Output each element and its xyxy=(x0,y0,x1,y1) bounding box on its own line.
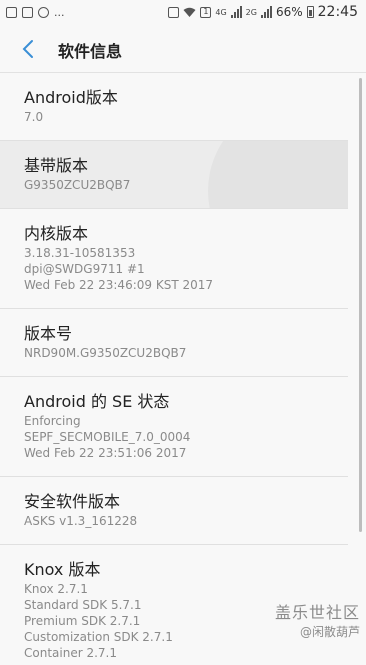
status-bar-notifications: ... xyxy=(6,6,65,19)
item-value: Customization SDK 2.7.1 xyxy=(24,630,173,644)
chevron-left-icon xyxy=(22,40,33,58)
item-title: 内核版本 xyxy=(24,224,89,243)
page-title: 软件信息 xyxy=(58,42,123,61)
nfc-icon xyxy=(168,6,180,18)
battery-icon xyxy=(306,6,314,18)
blocked-icon xyxy=(38,7,49,18)
list-item-security-software-version[interactable]: 安全软件版本 ASKS v1.3_161228 xyxy=(0,477,348,545)
software-info-list: Android版本 7.0 基带版本 G9350ZCU2BQB7 内核版本 3.… xyxy=(0,73,366,665)
item-title: 安全软件版本 xyxy=(24,492,121,511)
battery-percent: 66% xyxy=(275,5,303,19)
clock: 22:45 xyxy=(317,4,358,20)
item-title: Android 的 SE 状态 xyxy=(24,392,170,411)
sim-card-icon: 1 xyxy=(200,6,212,18)
item-title: Knox 版本 xyxy=(24,560,101,579)
back-button[interactable] xyxy=(16,36,42,62)
message-icon xyxy=(22,7,33,18)
list-item-build-number[interactable]: 版本号 NRD90M.G9350ZCU2BQB7 xyxy=(0,309,348,377)
item-value: Enforcing xyxy=(24,414,81,428)
item-title: 版本号 xyxy=(24,324,73,343)
list-item-android-version[interactable]: Android版本 7.0 xyxy=(0,73,348,141)
item-value: 3.18.31-10581353 xyxy=(24,246,136,260)
item-value: G9350ZCU2BQB7 xyxy=(24,178,131,192)
more-notifications-text: ... xyxy=(54,6,65,19)
item-value: Wed Feb 22 23:51:06 2017 xyxy=(24,446,187,460)
status-bar-indicators: 1 4G 2G 66% 22:45 xyxy=(168,4,358,20)
list-item-se-status[interactable]: Android 的 SE 状态 Enforcing SEPF_SECMOBILE… xyxy=(0,377,348,477)
app-header: 软件信息 xyxy=(0,26,366,73)
item-value: dpi@SWDG9711 #1 xyxy=(24,262,145,276)
list-item-kernel-version[interactable]: 内核版本 3.18.31-10581353 dpi@SWDG9711 #1 We… xyxy=(0,209,348,309)
item-value: Container 2.7.1 xyxy=(24,646,117,660)
list-item-knox-version[interactable]: Knox 版本 Knox 2.7.1 Standard SDK 5.7.1 Pr… xyxy=(0,545,348,665)
signal-icon-2 xyxy=(260,6,272,18)
item-title: 基带版本 xyxy=(24,156,89,175)
item-value: SEPF_SECMOBILE_7.0_0004 xyxy=(24,430,191,444)
wifi-icon xyxy=(183,7,196,17)
image-icon xyxy=(6,7,17,18)
item-title: Android版本 xyxy=(24,88,118,107)
list-item-baseband-version[interactable]: 基带版本 G9350ZCU2BQB7 xyxy=(0,141,348,209)
item-value: Knox 2.7.1 xyxy=(24,582,88,596)
item-value: 7.0 xyxy=(24,110,44,124)
item-value: Standard SDK 5.7.1 xyxy=(24,598,142,612)
signal-icon xyxy=(230,6,242,18)
item-value: NRD90M.G9350ZCU2BQB7 xyxy=(24,346,187,360)
scrollbar[interactable] xyxy=(359,78,362,532)
item-value: ASKS v1.3_161228 xyxy=(24,514,138,528)
network-type-4g: 4G xyxy=(215,7,227,17)
status-bar: ... 1 4G 2G 66% 22:45 xyxy=(0,0,366,26)
item-value: Premium SDK 2.7.1 xyxy=(24,614,141,628)
network-type-2g: 2G xyxy=(245,7,257,17)
item-value: Wed Feb 22 23:46:09 KST 2017 xyxy=(24,278,213,292)
